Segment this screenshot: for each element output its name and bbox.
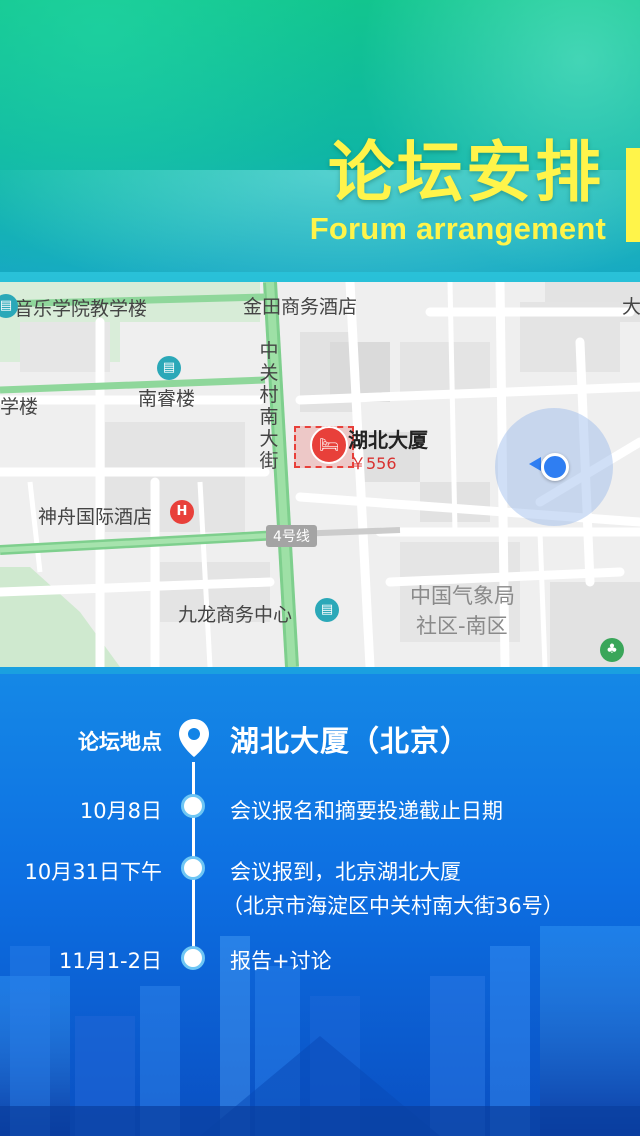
map-label-nanrui: 南睿楼 bbox=[138, 388, 196, 410]
map-hotel-price: ￥556 bbox=[350, 454, 397, 473]
current-location-icon[interactable] bbox=[541, 453, 569, 481]
header-banner: 论坛安排 Forum arrangement bbox=[0, 0, 640, 278]
building-icon: ▤ bbox=[315, 598, 339, 622]
park-icon: ♣ bbox=[600, 638, 624, 662]
schedule-item-address: （北京市海淀区中关村南大街36号） bbox=[222, 894, 564, 918]
map-label-xuelou: 学楼 bbox=[0, 396, 39, 418]
map-label-da: 大 bbox=[622, 296, 640, 318]
map-label-weather-bureau-south: 社区-南区 bbox=[416, 614, 508, 638]
schedule-date: 10月31日下午 bbox=[24, 860, 162, 884]
schedule-item-text: 会议报名和摘要投递截止日期 bbox=[230, 799, 503, 823]
venue-value: 湖北大厦（北京） bbox=[230, 724, 471, 758]
timeline-dot bbox=[181, 794, 205, 818]
direction-arrow-icon bbox=[529, 457, 541, 471]
map-label-jintian-hotel: 金田商务酒店 bbox=[243, 296, 358, 318]
schedule-date: 10月8日 bbox=[79, 799, 162, 823]
location-pin-icon bbox=[179, 719, 209, 757]
map-label-street: 中关村南大街 bbox=[259, 340, 279, 472]
venue-label: 论坛地点 bbox=[78, 730, 162, 754]
schedule-section: 论坛地点 湖北大厦（北京） 10月8日 会议报名和摘要投递截止日期 10月31日… bbox=[0, 674, 640, 1136]
schedule-date: 11月1-2日 bbox=[58, 949, 162, 973]
map-label-weather-bureau: 中国气象局 bbox=[410, 584, 515, 608]
hotel-icon: H bbox=[170, 500, 194, 524]
page-title: 论坛安排 bbox=[328, 134, 604, 211]
metro-line-badge: 4号线 bbox=[266, 525, 317, 547]
schedule-item-text: 报告+讨论 bbox=[230, 949, 332, 973]
map-label-shenzhou-hotel: 神舟国际酒店 bbox=[38, 506, 153, 528]
map-hotel-name[interactable]: 湖北大厦 bbox=[348, 424, 428, 453]
map-view[interactable]: 音乐学院教学楼 ▤ 金田商务酒店 大 学楼 ▤ 南睿楼 中关村南大街 🛏 湖北大… bbox=[0, 282, 640, 667]
map-label-jiulong: 九龙商务中心 bbox=[178, 604, 293, 626]
timeline-dot bbox=[181, 946, 205, 970]
hotel-icon[interactable]: 🛏 bbox=[310, 426, 348, 464]
page-subtitle: Forum arrangement bbox=[309, 211, 606, 246]
map-label-music-building: 音乐学院教学楼 bbox=[14, 298, 148, 320]
schedule-item-text: 会议报到，北京湖北大厦 bbox=[230, 860, 461, 884]
timeline-dot bbox=[181, 856, 205, 880]
title-accent-bar bbox=[626, 148, 640, 242]
building-icon: ▤ bbox=[157, 356, 181, 380]
